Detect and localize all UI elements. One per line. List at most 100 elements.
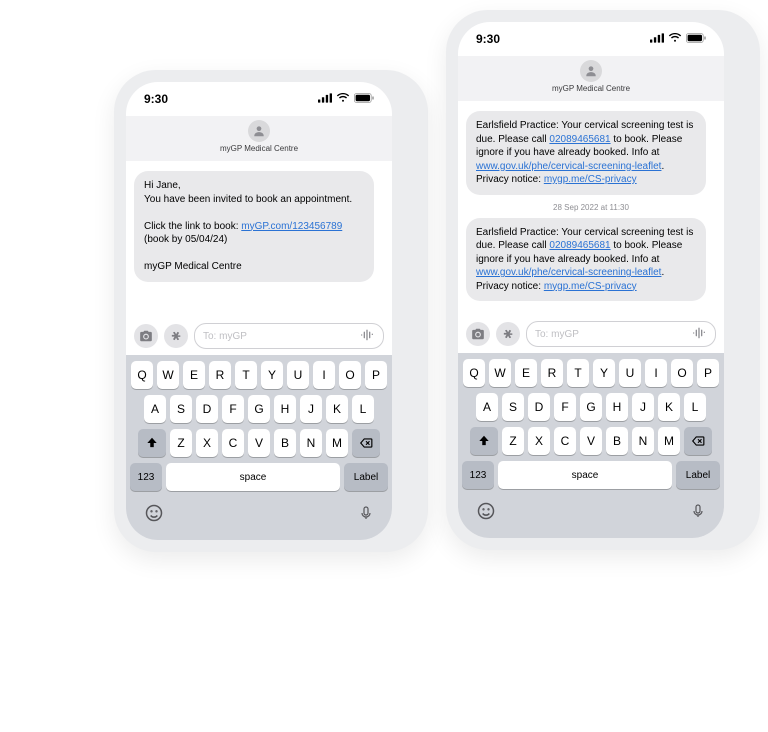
key-j[interactable]: J (300, 395, 322, 423)
key-a[interactable]: A (144, 395, 166, 423)
apps-icon[interactable] (496, 322, 520, 346)
wifi-icon (668, 32, 682, 46)
status-time: 9:30 (144, 92, 168, 106)
avatar-icon[interactable] (580, 60, 602, 82)
waveform-icon[interactable] (691, 325, 707, 344)
emoji-icon[interactable] (144, 503, 164, 528)
emoji-icon[interactable] (476, 501, 496, 526)
message-link[interactable]: mygp.me/CS-privacy (544, 174, 637, 185)
message-input[interactable]: To: myGP (194, 323, 384, 349)
key-p[interactable]: P (365, 361, 387, 389)
key-k[interactable]: K (326, 395, 348, 423)
compose-bar: To: myGP (458, 317, 724, 353)
key-a[interactable]: A (476, 393, 498, 421)
key-j[interactable]: J (632, 393, 654, 421)
backspace-key[interactable] (684, 427, 712, 455)
key-o[interactable]: O (339, 361, 361, 389)
key-m[interactable]: M (658, 427, 680, 455)
signal-icon (650, 32, 664, 46)
key-d[interactable]: D (196, 395, 218, 423)
key-u[interactable]: U (287, 361, 309, 389)
wifi-icon (336, 92, 350, 106)
key-t[interactable]: T (235, 361, 257, 389)
message-link[interactable]: www.gov.uk/phe/cervical-screening-leafle… (476, 267, 661, 278)
message-bubble: Hi Jane,You have been invited to book an… (134, 171, 374, 282)
camera-icon[interactable] (134, 324, 158, 348)
message-bubble: Earlsfield Practice: Your cervical scree… (466, 218, 706, 302)
key-g[interactable]: G (248, 395, 270, 423)
key-b[interactable]: B (274, 429, 296, 457)
key-r[interactable]: R (541, 359, 563, 387)
key-f[interactable]: F (554, 393, 576, 421)
key-s[interactable]: S (502, 393, 524, 421)
numbers-key[interactable]: 123 (130, 463, 162, 491)
key-y[interactable]: Y (593, 359, 615, 387)
message-link[interactable]: myGP.com/123456789 (241, 221, 342, 232)
message-link[interactable]: 02089465681 (549, 134, 610, 145)
key-e[interactable]: E (515, 359, 537, 387)
key-l[interactable]: L (684, 393, 706, 421)
waveform-icon[interactable] (359, 327, 375, 346)
mic-icon[interactable] (690, 501, 706, 526)
key-n[interactable]: N (632, 427, 654, 455)
space-key[interactable]: space (498, 461, 672, 489)
key-k[interactable]: K (658, 393, 680, 421)
key-g[interactable]: G (580, 393, 602, 421)
key-x[interactable]: X (196, 429, 218, 457)
key-w[interactable]: W (157, 361, 179, 389)
key-h[interactable]: H (274, 395, 296, 423)
key-m[interactable]: M (326, 429, 348, 457)
key-c[interactable]: C (222, 429, 244, 457)
camera-icon[interactable] (466, 322, 490, 346)
key-v[interactable]: V (580, 427, 602, 455)
contact-name: myGP Medical Centre (458, 84, 724, 93)
phone-mockup-left: 9:30myGP Medical CentreHi Jane,You have … (114, 70, 428, 552)
return-key[interactable]: Label (676, 461, 720, 489)
shift-key[interactable] (138, 429, 166, 457)
key-v[interactable]: V (248, 429, 270, 457)
numbers-key[interactable]: 123 (462, 461, 494, 489)
key-o[interactable]: O (671, 359, 693, 387)
key-p[interactable]: P (697, 359, 719, 387)
key-t[interactable]: T (567, 359, 589, 387)
return-key[interactable]: Label (344, 463, 388, 491)
message-timestamp: 28 Sep 2022 at 11:30 (466, 203, 716, 212)
key-x[interactable]: X (528, 427, 550, 455)
key-s[interactable]: S (170, 395, 192, 423)
conversation-area[interactable]: Hi Jane,You have been invited to book an… (126, 161, 392, 319)
shift-key[interactable] (470, 427, 498, 455)
message-link[interactable]: www.gov.uk/phe/cervical-screening-leafle… (476, 161, 661, 172)
key-q[interactable]: Q (131, 361, 153, 389)
key-q[interactable]: Q (463, 359, 485, 387)
space-key[interactable]: space (166, 463, 340, 491)
key-z[interactable]: Z (170, 429, 192, 457)
key-n[interactable]: N (300, 429, 322, 457)
key-i[interactable]: I (645, 359, 667, 387)
key-w[interactable]: W (489, 359, 511, 387)
key-r[interactable]: R (209, 361, 231, 389)
message-link[interactable]: 02089465681 (549, 240, 610, 251)
key-e[interactable]: E (183, 361, 205, 389)
key-f[interactable]: F (222, 395, 244, 423)
mic-icon[interactable] (358, 503, 374, 528)
avatar-icon[interactable] (248, 120, 270, 142)
apps-icon[interactable] (164, 324, 188, 348)
status-icons (650, 32, 706, 46)
signal-icon (318, 92, 332, 106)
key-l[interactable]: L (352, 395, 374, 423)
key-h[interactable]: H (606, 393, 628, 421)
status-icons (318, 92, 374, 106)
key-d[interactable]: D (528, 393, 550, 421)
key-b[interactable]: B (606, 427, 628, 455)
key-z[interactable]: Z (502, 427, 524, 455)
key-c[interactable]: C (554, 427, 576, 455)
key-u[interactable]: U (619, 359, 641, 387)
keyboard: QWERTYUIOP ASDFGHJKL ZXCVBNM 123spaceLabel (458, 353, 724, 538)
message-bubble: Earlsfield Practice: Your cervical scree… (466, 111, 706, 195)
key-i[interactable]: I (313, 361, 335, 389)
key-y[interactable]: Y (261, 361, 283, 389)
conversation-area[interactable]: Earlsfield Practice: Your cervical scree… (458, 101, 724, 317)
message-input[interactable]: To: myGP (526, 321, 716, 347)
message-link[interactable]: mygp.me/CS-privacy (544, 281, 637, 292)
backspace-key[interactable] (352, 429, 380, 457)
